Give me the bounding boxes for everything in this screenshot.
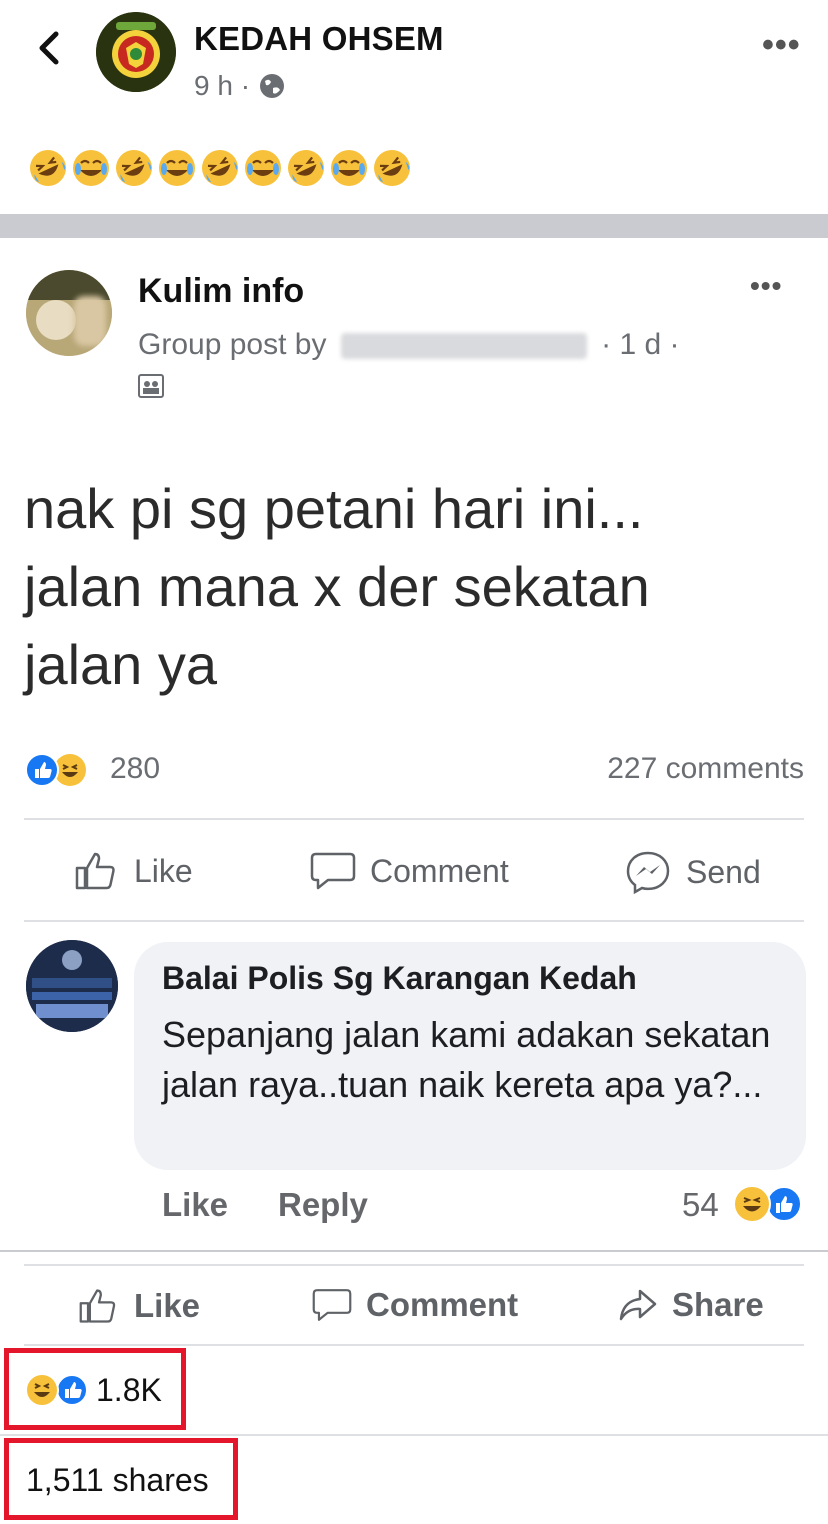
back-arrow-icon[interactable] [34,30,64,66]
post-meta: 9 h · [194,70,286,102]
joy-emoji-icon [159,150,195,186]
shared-comment-label: Comment [370,852,509,889]
group-avatar[interactable] [26,270,112,356]
shared-comment-button[interactable]: Comment [310,850,509,892]
comment-reaction-count[interactable]: 54 [682,1186,719,1224]
shared-send-button[interactable]: Send [624,850,761,894]
shared-reaction-count[interactable]: 280 [110,752,160,786]
like-button[interactable]: Like [78,1286,200,1326]
joy-emoji-icon [331,150,367,186]
rofl-emoji-icon [374,150,410,186]
divider [24,1344,804,1346]
group-post-time: · 1 d · [601,328,680,361]
meta-separator: · [240,70,251,101]
group-avatar-photo-icon [26,270,112,356]
messenger-icon [626,851,670,894]
comment-bubble-icon [312,1289,352,1321]
commenter-avatar[interactable] [26,940,118,1032]
highlight-box [4,1438,238,1520]
comment-reply-button[interactable]: Reply [278,1186,368,1224]
comment-author[interactable]: Balai Polis Sg Karangan Kedah [162,960,637,997]
highlight-box [4,1348,186,1430]
thumbs-up-icon [79,1289,116,1323]
post-text-line: jalan ya [24,633,218,696]
like-label: Like [134,1287,201,1324]
post-time: 9 h [194,70,233,101]
joy-emoji-icon [245,150,281,186]
comment-text: Sepanjang jalan kami adakan sekatan jala… [162,1014,771,1105]
rofl-emoji-icon [30,150,66,186]
caption-emojis [28,148,415,188]
shared-send-label: Send [686,853,761,890]
post-text-line: jalan mana x der sekatan [24,555,650,618]
divider [24,920,804,922]
group-post-meta: Group post by · 1 d · [138,328,679,362]
shared-post-options-icon[interactable]: ••• [750,270,782,302]
shared-post-reactions: 280 227 comments [24,750,804,790]
shared-comments-count[interactable]: 227 comments [607,752,804,786]
shared-post-bottom-edge [0,1250,828,1252]
group-members-icon [138,374,164,398]
rofl-emoji-icon [202,150,238,186]
shared-post-text: nak pi sg petani hari ini... jalan mana … [24,470,804,704]
divider [0,1434,828,1436]
comment-label: Comment [366,1286,519,1323]
thumbs-up-icon [75,852,115,890]
page-name[interactable]: KEDAH OHSEM [194,20,444,58]
divider [24,818,804,820]
share-label: Share [672,1286,764,1323]
share-button[interactable]: Share [618,1286,764,1324]
group-post-prefix: Group post by [138,328,327,361]
haha-like-reaction-icon [733,1185,802,1223]
comment-button[interactable]: Comment [312,1286,518,1324]
kedah-emblem-icon [96,12,176,92]
page-avatar[interactable] [96,12,176,92]
shared-post-divider [0,214,828,238]
joy-emoji-icon [73,150,109,186]
shared-like-label: Like [134,852,193,889]
blurred-author-name [340,333,587,360]
comment-like-button[interactable]: Like [162,1186,228,1224]
post-header: KEDAH OHSEM 9 h · ••• [0,0,828,120]
comment-bubble-icon [310,852,356,890]
globe-icon [259,74,284,98]
shared-like-button[interactable]: Like [74,850,193,892]
more-options-icon[interactable]: ••• [762,26,801,65]
divider [24,1264,804,1266]
share-arrow-icon [619,1289,657,1321]
group-name[interactable]: Kulim info [138,272,304,311]
rofl-emoji-icon [116,150,152,186]
rofl-emoji-icon [288,150,324,186]
like-haha-reaction-icon [25,753,86,787]
police-logo-icon [26,940,118,1032]
post-text-line: nak pi sg petani hari ini... [24,477,644,540]
